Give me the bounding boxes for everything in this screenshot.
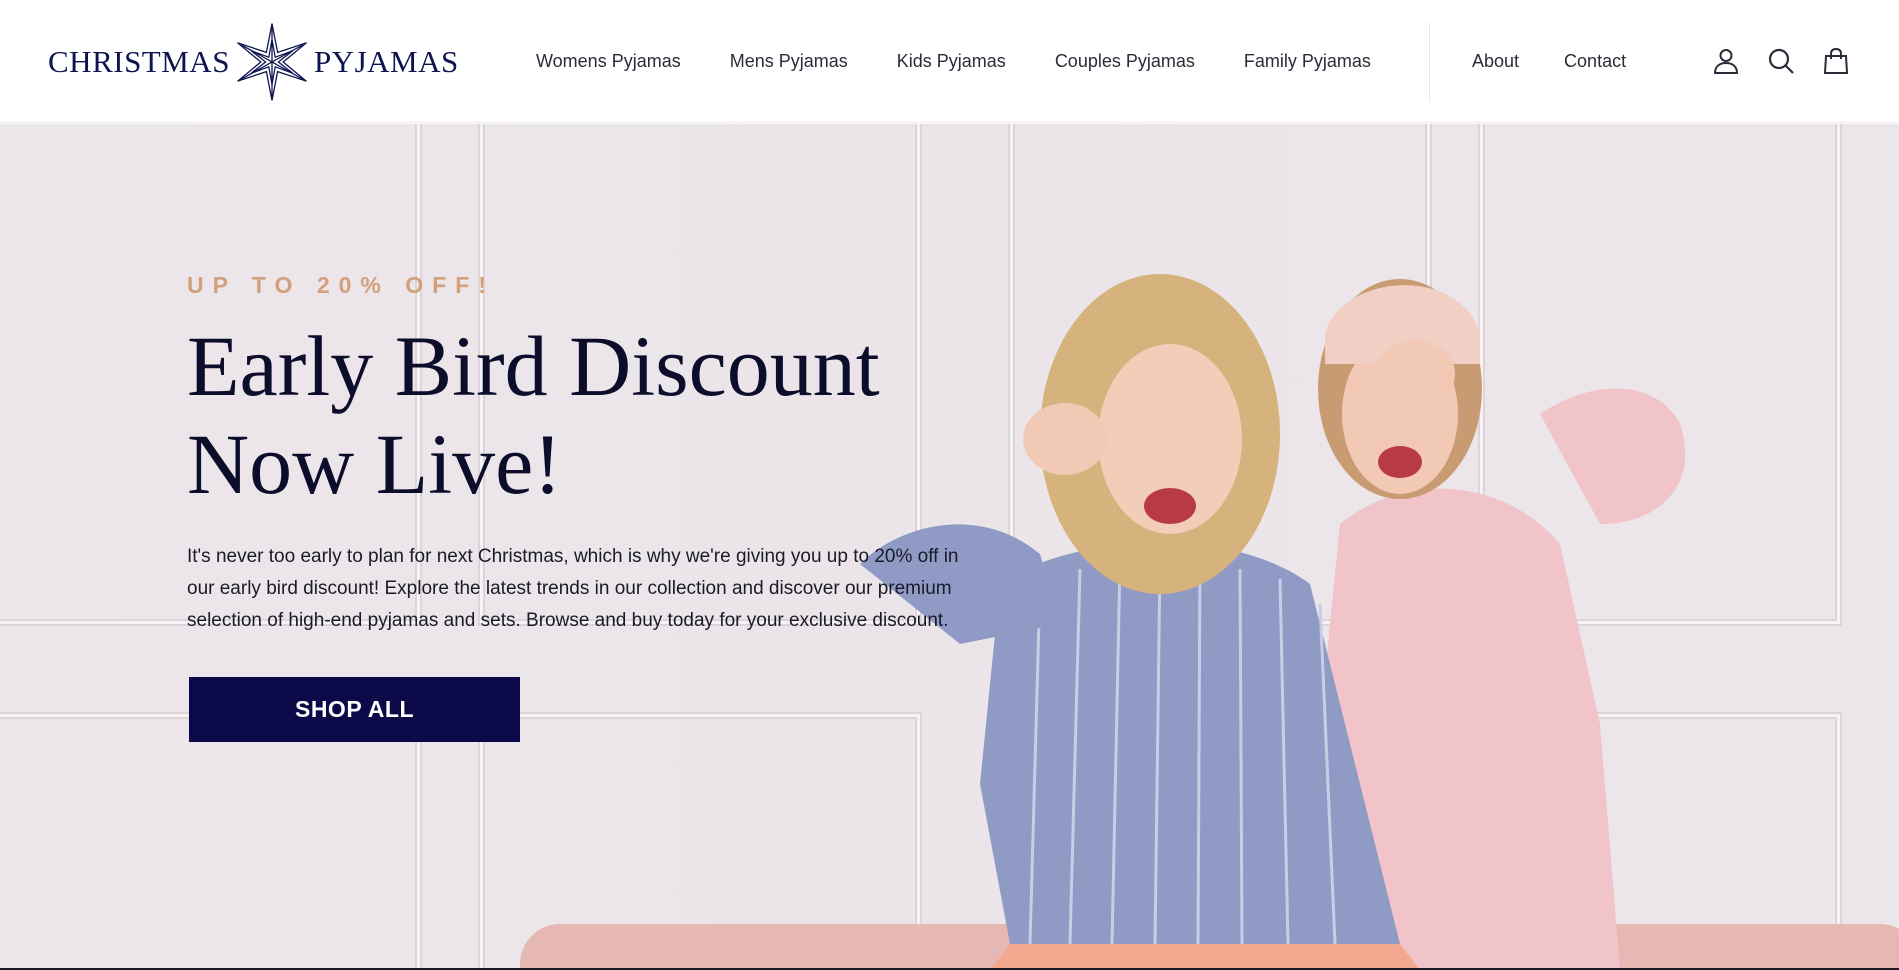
hero-headline-line1: Early Bird Discount (187, 318, 880, 414)
nav-divider (1429, 22, 1430, 102)
hero-photo (860, 274, 1686, 970)
hero-headline: Early Bird Discount Now Live! (187, 317, 947, 513)
header-icons (1710, 43, 1875, 79)
shop-all-button[interactable]: SHOP ALL (189, 677, 520, 742)
nav-kids-pyjamas[interactable]: Kids Pyjamas (897, 51, 1006, 72)
brand-logo[interactable]: CHRISTMAS PYJAMAS (48, 22, 458, 102)
nav-about[interactable]: About (1472, 51, 1519, 72)
nav-family-pyjamas[interactable]: Family Pyjamas (1244, 51, 1371, 72)
star-icon (237, 23, 307, 101)
brand-name-left: CHRISTMAS (48, 44, 230, 79)
nav-mens-pyjamas[interactable]: Mens Pyjamas (730, 51, 848, 72)
wall-panel (0, 714, 420, 970)
main-navigation: Womens Pyjamas Mens Pyjamas Kids Pyjamas… (536, 0, 1420, 123)
search-icon (1768, 48, 1794, 74)
secondary-navigation: About Contact (1472, 0, 1671, 123)
nav-couples-pyjamas[interactable]: Couples Pyjamas (1055, 51, 1195, 72)
hero-eyebrow: UP TO 20% OFF! (187, 272, 495, 298)
search-button[interactable] (1765, 45, 1797, 77)
cart-button[interactable] (1820, 45, 1852, 77)
brand-name-right: PYJAMAS (313, 44, 459, 79)
nav-contact[interactable]: Contact (1564, 51, 1626, 72)
hero-banner: UP TO 20% OFF! Early Bird Discount Now L… (0, 124, 1899, 970)
cart-icon (1823, 47, 1849, 74)
account-button[interactable] (1710, 45, 1742, 77)
hero-headline-line2: Now Live! (187, 416, 562, 512)
hero-description: It's never too early to plan for next Ch… (187, 546, 959, 631)
nav-womens-pyjamas[interactable]: Womens Pyjamas (536, 51, 681, 72)
site-header: CHRISTMAS PYJAMAS Womens Pyjamas Mens Py… (0, 0, 1899, 123)
account-icon (1713, 49, 1739, 74)
hero-content: UP TO 20% OFF! Early Bird Discount Now L… (187, 272, 987, 742)
